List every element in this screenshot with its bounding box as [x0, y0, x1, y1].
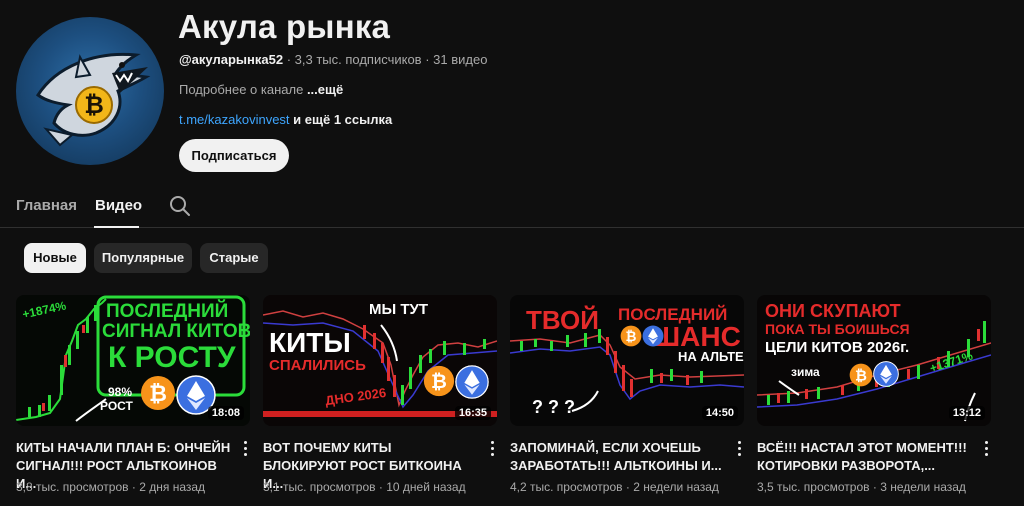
svg-text:₿: ₿ [626, 329, 637, 344]
subscribe-button[interactable]: Подписаться [179, 139, 289, 172]
more-vert-icon[interactable] [484, 439, 500, 459]
thumb-text: КИТЫ [269, 327, 351, 358]
channel-meta: @акуларынка52 · 3,3 тыс. подписчиков · 3… [179, 52, 487, 67]
thumb-text: ТВОЙ [526, 305, 599, 335]
video-title[interactable]: ЗАПОМИНАЙ, ЕСЛИ ХОЧЕШЬ ЗАРАБОТАТЬ!!! АЛЬ… [510, 439, 725, 475]
video-title[interactable]: ВСЁ!!! НАСТАЛ ЭТОТ МОМЕНТ!!! КОТИРОВКИ Р… [757, 439, 972, 475]
video-card[interactable]: ПОСЛЕДНИЙ СИГНАЛ КИТОВ К РОСТУ +1874% 98… [16, 295, 250, 494]
svg-text:₿: ₿ [855, 368, 867, 384]
thumb-text: ПОСЛЕДНИЙ [106, 301, 229, 322]
upload-age: 2 дня назад [139, 480, 206, 494]
bitcoin-icon: ₿ [423, 365, 455, 397]
upload-age: 3 недели назад [880, 480, 966, 494]
thumb-text: ЦЕЛИ КИТОВ 2026г. [765, 339, 910, 356]
search-icon[interactable] [168, 194, 192, 218]
tab-home[interactable]: Главная [16, 197, 77, 214]
video-thumbnail[interactable]: КИТЫ СПАЛИЛИСЬ МЫ ТУТ ДНО 2026 ₿ 16:35 [263, 295, 497, 426]
thumb-text: ? ? ? [532, 397, 575, 417]
ethereum-icon [873, 361, 899, 387]
video-meta: 4,2 тыс. просмотров · 2 недели назад [510, 480, 719, 494]
active-tab-indicator [94, 226, 139, 228]
channel-avatar[interactable]: ₿ [16, 17, 164, 165]
subscriber-count: 3,3 тыс. подписчиков [294, 52, 422, 67]
thumb-text: К РОСТУ [108, 341, 236, 374]
svg-text:₿: ₿ [149, 381, 167, 406]
channel-tabs: Главная Видео [0, 186, 1024, 228]
video-card[interactable]: КИТЫ СПАЛИЛИСЬ МЫ ТУТ ДНО 2026 ₿ 16:35 В… [263, 295, 497, 494]
channel-link[interactable]: t.me/kazakovinvest [179, 112, 290, 127]
view-count: 4,2 тыс. просмотров [510, 480, 623, 494]
more-links-button[interactable]: и ещё 1 ссылка [293, 112, 392, 127]
shark-logo: ₿ [35, 52, 151, 147]
video-meta: 3,8 тыс. просмотров · 2 дня назад [16, 480, 205, 494]
more-vert-icon[interactable] [731, 439, 747, 459]
video-thumbnail[interactable]: ТВОЙ ПОСЛЕДНИЙ ШАНС НА АЛЬТЕ ? ? ? ₿ 14:… [510, 295, 744, 426]
svg-text:₿: ₿ [431, 371, 447, 393]
video-thumbnail[interactable]: ОНИ СКУПАЮТ ПОКА ТЫ БОИШЬСЯ ЦЕЛИ КИТОВ 2… [757, 295, 991, 426]
chip-newest[interactable]: Новые [24, 243, 86, 273]
chip-popular[interactable]: Популярные [94, 243, 192, 273]
video-meta: 3,5 тыс. просмотров · 3 недели назад [757, 480, 966, 494]
ethereum-icon [455, 365, 489, 399]
thumb-text: зима [791, 365, 820, 379]
upload-age: 10 дней назад [386, 480, 466, 494]
ethereum-icon [642, 325, 664, 347]
video-count: 31 видео [433, 52, 488, 67]
channel-links: t.me/kazakovinvest и ещё 1 ссылка [179, 112, 392, 127]
about-more-button[interactable]: ...ещё [307, 82, 343, 97]
chip-oldest[interactable]: Старые [200, 243, 268, 273]
thumb-text: ПОКА ТЫ БОИШЬСЯ [765, 321, 910, 337]
thumb-text: СПАЛИЛИСЬ [269, 357, 366, 374]
video-duration: 14:50 [701, 406, 738, 420]
more-vert-icon[interactable] [978, 439, 994, 459]
thumb-text: МЫ ТУТ [369, 301, 429, 318]
video-card[interactable]: ОНИ СКУПАЮТ ПОКА ТЫ БОИШЬСЯ ЦЕЛИ КИТОВ 2… [757, 295, 991, 494]
thumb-text: СИГНАЛ КИТОВ [102, 321, 250, 342]
tab-videos[interactable]: Видео [95, 197, 142, 214]
bitcoin-icon: ₿ [849, 363, 873, 387]
video-card[interactable]: ТВОЙ ПОСЛЕДНИЙ ШАНС НА АЛЬТЕ ? ? ? ₿ 14:… [510, 295, 744, 494]
svg-text:₿: ₿ [84, 92, 104, 119]
meta-separator: · [286, 52, 295, 67]
video-duration: 16:35 [454, 406, 491, 420]
bitcoin-icon: ₿ [141, 376, 175, 410]
thumb-text: НА АЛЬТЕ [678, 349, 744, 364]
thumb-text: РОСТ [100, 399, 133, 413]
video-meta: 3,1 тыс. просмотров · 10 дней назад [263, 480, 466, 494]
video-thumbnail[interactable]: ПОСЛЕДНИЙ СИГНАЛ КИТОВ К РОСТУ +1874% 98… [16, 295, 250, 426]
channel-name: Акула рынка [178, 8, 391, 45]
channel-about[interactable]: Подробнее о канале ...ещё [179, 82, 343, 97]
view-count: 3,8 тыс. просмотров [16, 480, 129, 494]
upload-age: 2 недели назад [633, 480, 719, 494]
thumb-text: ОНИ СКУПАЮТ [765, 301, 901, 321]
more-vert-icon[interactable] [237, 439, 253, 459]
meta-separator: · [425, 52, 434, 67]
video-duration: 13:12 [948, 406, 985, 420]
view-count: 3,1 тыс. просмотров [263, 480, 376, 494]
video-duration: 18:08 [207, 406, 244, 420]
bitcoin-icon: ₿ [620, 325, 642, 347]
thumb-text: 98% [108, 385, 133, 399]
about-label: Подробнее о канале [179, 82, 304, 97]
channel-handle: @акуларынка52 [179, 52, 284, 67]
view-count: 3,5 тыс. просмотров [757, 480, 870, 494]
